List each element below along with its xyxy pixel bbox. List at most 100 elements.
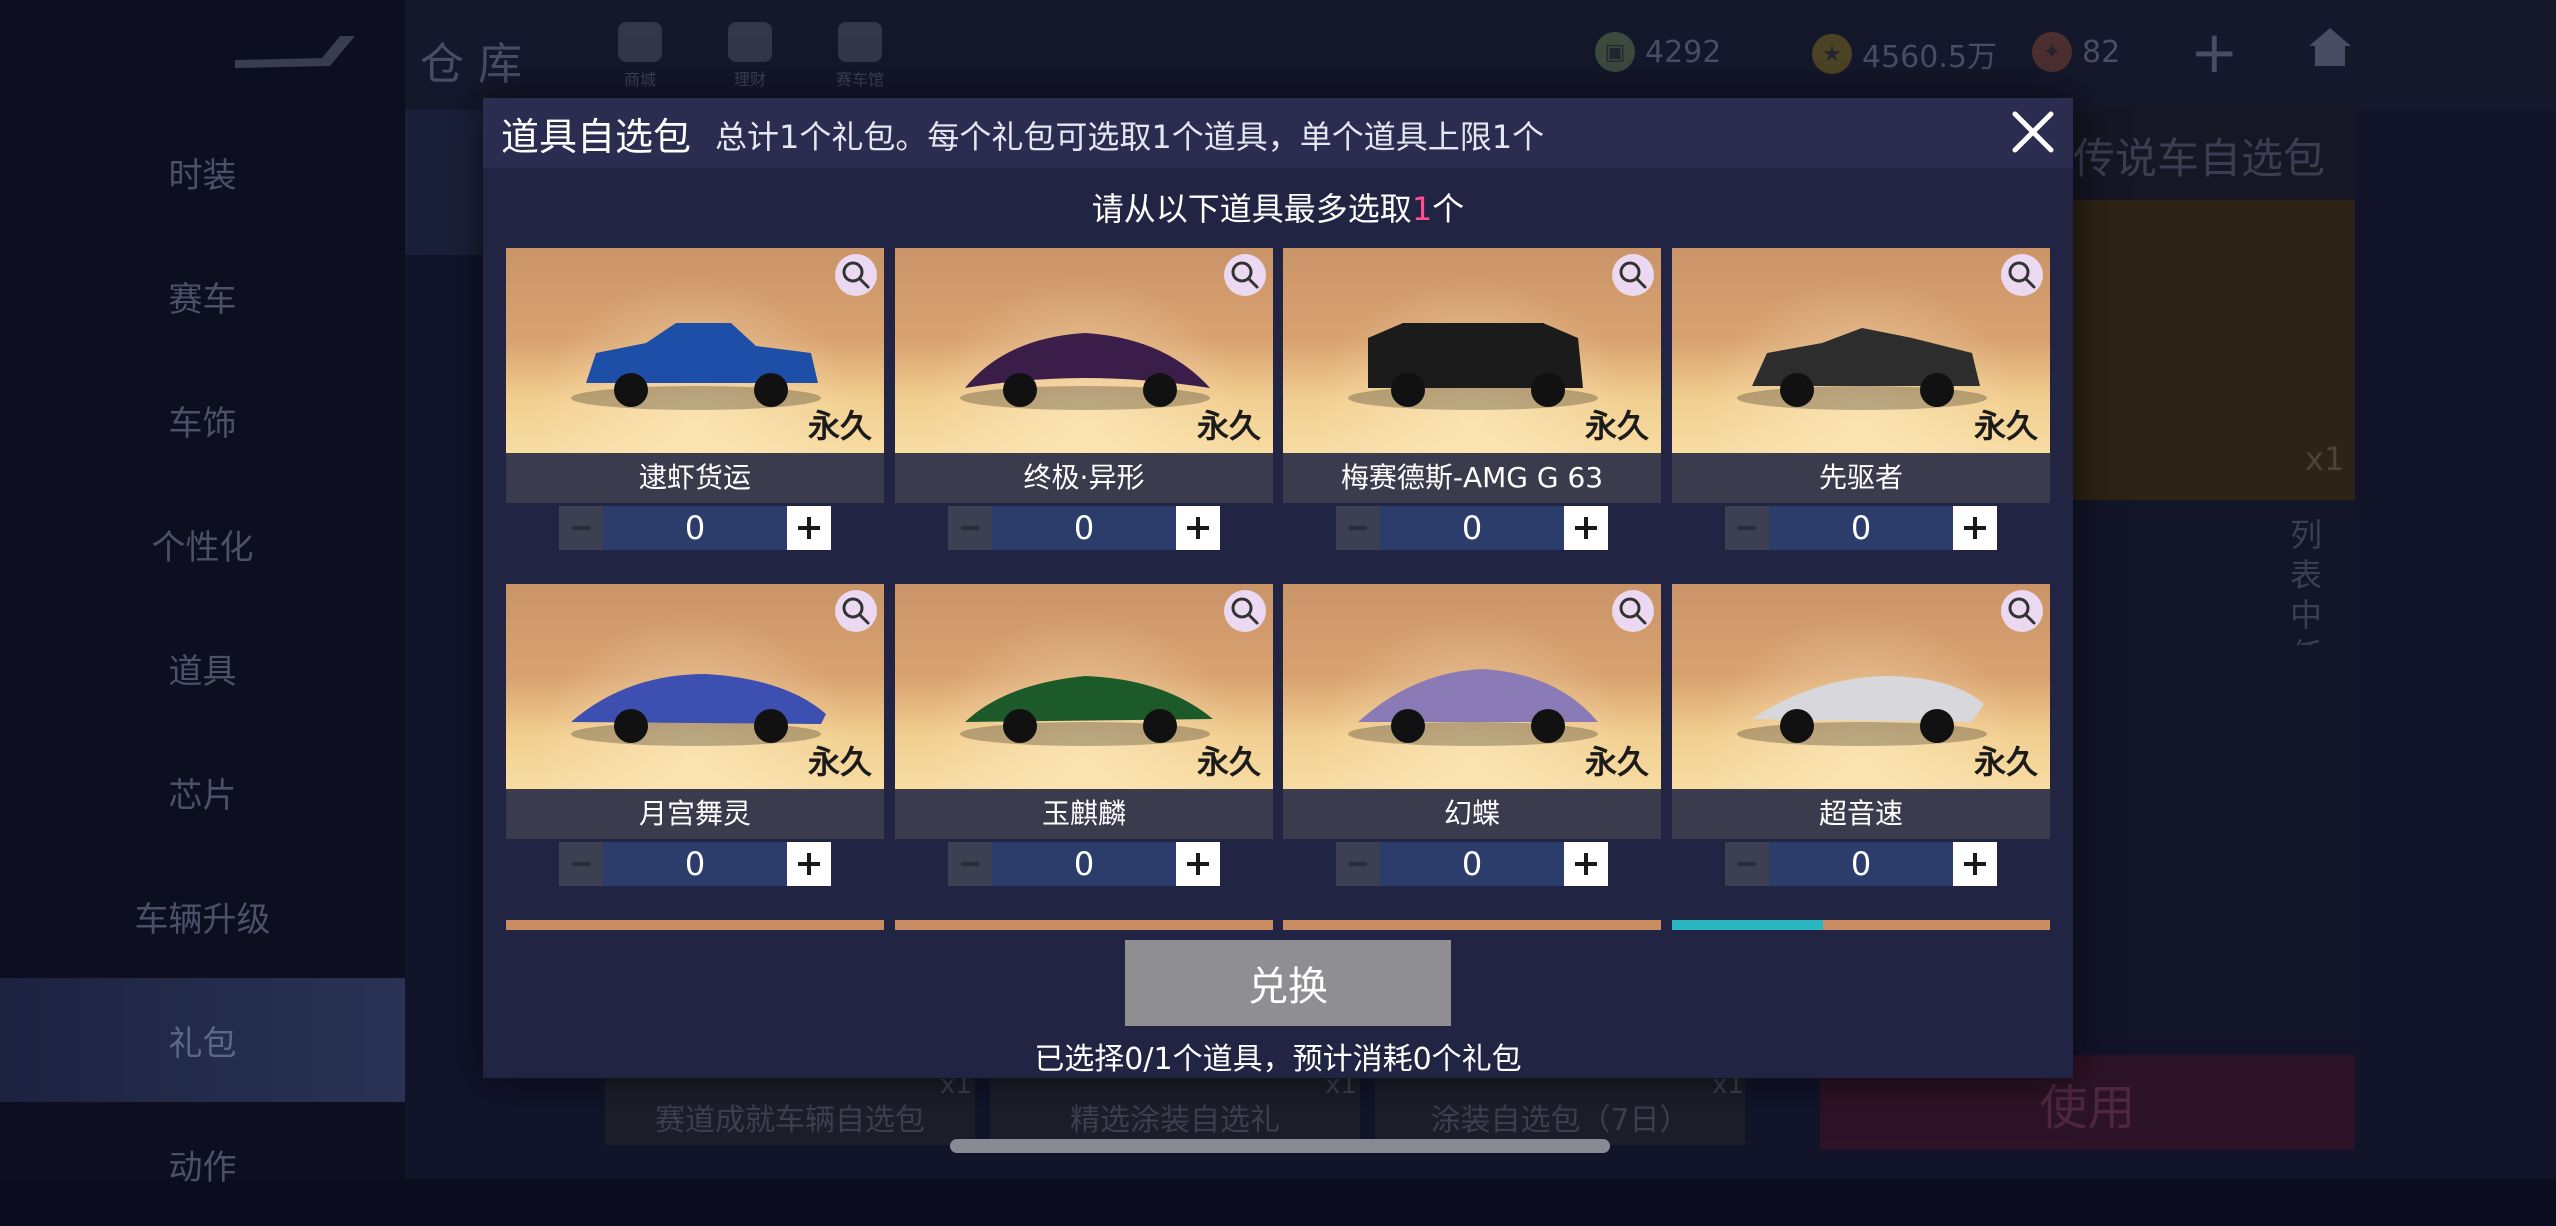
decrement-button[interactable] xyxy=(559,842,603,886)
zoom-icon[interactable] xyxy=(835,254,877,296)
sidebar-item-upgrade[interactable]: 车辆升级 xyxy=(0,854,405,978)
plus-icon xyxy=(1575,853,1597,875)
bottom-card[interactable]: 赛道成就车辆自选包 xyxy=(605,1070,975,1145)
quantity-value[interactable]: 0 xyxy=(1380,506,1564,550)
minus-icon xyxy=(1738,526,1756,530)
sidebar-item-fashion[interactable]: 时装 xyxy=(0,110,405,234)
car-image xyxy=(571,323,821,410)
exchange-button[interactable]: 兑换 xyxy=(1125,940,1451,1026)
currency-value: 4292 xyxy=(1645,34,1722,70)
instruction-suffix: 个 xyxy=(1432,190,1465,228)
zoom-icon[interactable] xyxy=(2001,254,2043,296)
minus-icon xyxy=(1349,526,1367,530)
increment-button[interactable] xyxy=(787,506,831,550)
plus-icon xyxy=(1575,517,1597,539)
quantity-value[interactable]: 0 xyxy=(603,506,787,550)
item-card[interactable]: 永久 逮虾货运 xyxy=(506,248,884,503)
decrement-button[interactable] xyxy=(559,506,603,550)
item-card[interactable] xyxy=(506,920,884,930)
item-card[interactable]: 永久 月宫舞灵 xyxy=(506,584,884,839)
zoom-icon[interactable] xyxy=(1612,590,1654,632)
plus-icon xyxy=(1187,853,1209,875)
plus-icon xyxy=(798,853,820,875)
quantity-value[interactable]: 0 xyxy=(1380,842,1564,886)
top-icon-shop[interactable]: 商城 xyxy=(595,22,685,92)
plus-icon xyxy=(798,517,820,539)
increment-button[interactable] xyxy=(1953,842,1997,886)
car-image xyxy=(960,676,1213,746)
detail-count: x1 xyxy=(2305,440,2345,478)
shop-icon xyxy=(618,22,662,62)
quantity-value[interactable]: 0 xyxy=(992,506,1176,550)
quantity-value[interactable]: 0 xyxy=(992,842,1176,886)
sidebar-item-decor[interactable]: 车饰 xyxy=(0,358,405,482)
item-name: 梅赛德斯-AMG G 63 xyxy=(1283,453,1661,503)
selection-summary: 已选择0/1个道具，预计消耗0个礼包 xyxy=(1034,1042,1522,1077)
item-duration: 永久 xyxy=(1584,743,1649,781)
quantity-value[interactable]: 0 xyxy=(1769,506,1953,550)
quantity-stepper: 0 xyxy=(1725,506,1997,550)
item-duration: 永久 xyxy=(1973,407,2038,445)
increment-button[interactable] xyxy=(1564,842,1608,886)
currency-gems: ✦ 82 xyxy=(2032,32,2120,72)
item-card[interactable] xyxy=(1283,920,1661,930)
instruction-count: 1 xyxy=(1411,190,1433,228)
quantity-stepper: 0 xyxy=(948,506,1220,550)
decrement-button[interactable] xyxy=(948,842,992,886)
top-icon-garage[interactable]: 赛车馆 xyxy=(815,22,905,92)
increment-button[interactable] xyxy=(1176,506,1220,550)
item-name: 逮虾货运 xyxy=(506,453,884,503)
item-card[interactable] xyxy=(1672,920,2050,930)
decrement-button[interactable] xyxy=(948,506,992,550)
increment-button[interactable] xyxy=(1953,506,1997,550)
item-name: 先驱者 xyxy=(1672,453,2050,503)
top-icon-label: 赛车馆 xyxy=(835,70,884,89)
item-card[interactable]: 永久 幻蝶 xyxy=(1283,584,1661,839)
currency-value: 82 xyxy=(2082,34,2121,70)
home-indicator[interactable] xyxy=(950,1139,1610,1153)
decrement-button[interactable] xyxy=(1725,842,1769,886)
increment-button[interactable] xyxy=(787,842,831,886)
sidebar-item-chips[interactable]: 芯片 xyxy=(0,730,405,854)
add-currency-button[interactable]: + xyxy=(2190,18,2239,86)
item-card[interactable]: 永久先驱者 xyxy=(1672,248,2050,503)
page-title: 仓库 xyxy=(420,39,536,90)
sidebar-item-actions[interactable]: 动作 xyxy=(0,1102,405,1226)
zoom-icon[interactable] xyxy=(2001,590,2043,632)
coin-icon: ★ xyxy=(1812,34,1852,74)
minus-icon xyxy=(572,862,590,866)
gift-pack-card[interactable] xyxy=(405,110,485,255)
sidebar-item-gift-pack[interactable]: 礼包 xyxy=(0,978,405,1102)
home-icon[interactable] xyxy=(2305,22,2355,72)
bottom-card[interactable]: 涂装自选包（7日） xyxy=(1375,1070,1745,1145)
item-selection-dialog: 道具自选包 总计1个礼包。每个礼包可选取1个道具，单个道具上限1个 请从以下道具… xyxy=(483,98,2073,1078)
item-name: 玉麒麟 xyxy=(895,789,1273,839)
item-card[interactable] xyxy=(895,920,1273,930)
decrement-button[interactable] xyxy=(1336,506,1380,550)
increment-button[interactable] xyxy=(1564,506,1608,550)
item-image: 永久 xyxy=(1283,584,1661,789)
top-icon-finance[interactable]: 理财 xyxy=(705,22,795,92)
minus-icon xyxy=(961,526,979,530)
bottom-card[interactable]: 精选涂装自选礼 xyxy=(990,1070,1360,1145)
decrement-button[interactable] xyxy=(1725,506,1769,550)
item-card[interactable]: 永久梅赛德斯-AMG G 63 xyxy=(1283,248,1661,503)
item-card[interactable]: 永久 终极·异形 xyxy=(895,248,1273,503)
quantity-value[interactable]: 0 xyxy=(603,842,787,886)
zoom-icon[interactable] xyxy=(835,590,877,632)
zoom-icon[interactable] xyxy=(1224,590,1266,632)
sidebar-item-props[interactable]: 道具 xyxy=(0,606,405,730)
close-icon[interactable] xyxy=(2003,102,2063,162)
sidebar-item-personalize[interactable]: 个性化 xyxy=(0,482,405,606)
minus-icon xyxy=(1738,862,1756,866)
dialog-subtitle: 总计1个礼包。每个礼包可选取1个道具，单个道具上限1个 xyxy=(715,118,1545,156)
increment-button[interactable] xyxy=(1176,842,1220,886)
decrement-button[interactable] xyxy=(1336,842,1380,886)
sidebar-item-cars[interactable]: 赛车 xyxy=(0,234,405,358)
item-duration: 永久 xyxy=(1584,407,1649,445)
quantity-value[interactable]: 0 xyxy=(1769,842,1953,886)
zoom-icon[interactable] xyxy=(1612,254,1654,296)
zoom-icon[interactable] xyxy=(1224,254,1266,296)
item-card[interactable]: 永久 玉麒麟 xyxy=(895,584,1273,839)
item-card[interactable]: 永久 超音速 xyxy=(1672,584,2050,839)
